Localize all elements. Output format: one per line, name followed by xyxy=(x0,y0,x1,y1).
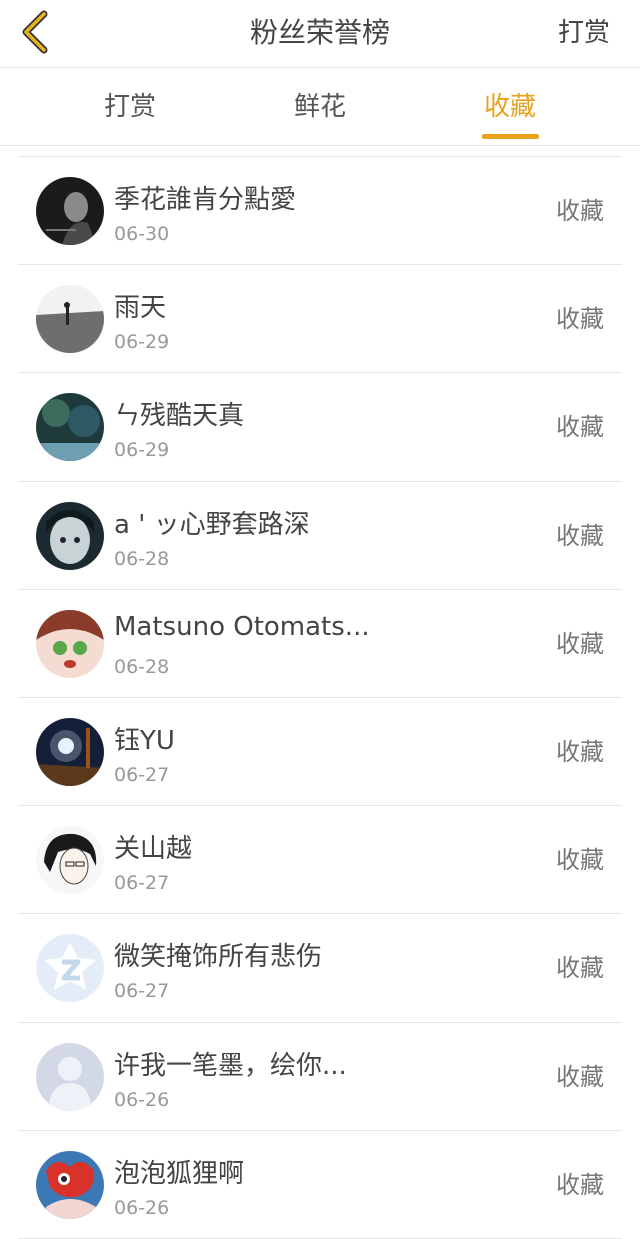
avatar xyxy=(36,717,104,786)
tab-flowers[interactable]: 鲜花 xyxy=(250,68,390,146)
list-item[interactable]: 季花誰肯分點愛 06-30 收藏 xyxy=(18,157,622,266)
fan-name: 微笑掩饰所有悲伤 xyxy=(114,942,323,973)
fan-date: 06-29 xyxy=(114,331,170,354)
favorite-label: 收藏 xyxy=(556,305,604,334)
reward-button[interactable]: 打赏 xyxy=(558,0,610,66)
fan-name: 雨天 xyxy=(114,293,167,324)
active-tab-indicator xyxy=(482,134,539,139)
list-item[interactable]: 钰YU 06-27 收藏 xyxy=(18,698,622,807)
fan-date: 06-30 xyxy=(114,223,170,245)
tab-bar: 打赏 鲜花 收藏 xyxy=(0,68,640,146)
list-item[interactable]: 泡泡狐狸啊 06-26 收藏 xyxy=(18,1131,622,1239)
fan-date: 06-27 xyxy=(114,980,170,1003)
avatar xyxy=(36,934,104,1003)
favorite-label: 收藏 xyxy=(556,954,604,983)
favorite-label: 收藏 xyxy=(556,197,604,225)
list-item[interactable]: 微笑掩饰所有悲伤 06-27 收藏 xyxy=(18,914,622,1023)
list-item[interactable]: 许我一笔墨，绘你... 06-26 收藏 xyxy=(18,1023,622,1131)
fan-name: 许我一笔墨，绘你... xyxy=(114,1050,347,1081)
avatar xyxy=(36,826,104,895)
favorite-label: 收藏 xyxy=(556,413,604,442)
avatar xyxy=(36,393,104,462)
list-item[interactable]: 关山越 06-27 收藏 xyxy=(18,806,622,915)
fan-name: 泡泡狐狸啊 xyxy=(114,1158,245,1189)
fan-name: 季花誰肯分點愛 xyxy=(114,185,297,215)
favorite-label: 收藏 xyxy=(556,737,604,766)
favorite-label: 收藏 xyxy=(556,1062,604,1091)
page-title: 粉丝荣誉榜 xyxy=(249,16,390,49)
favorite-label: 收藏 xyxy=(556,629,604,658)
fan-name: a ' ッ心野套路深 xyxy=(114,509,310,540)
favorite-label: 收藏 xyxy=(556,521,604,550)
fan-date: 06-29 xyxy=(114,439,170,462)
avatar xyxy=(36,609,104,678)
fan-name: 钰YU xyxy=(114,725,175,756)
list-item[interactable]: 雨天 06-29 收藏 xyxy=(18,265,622,374)
top-bar: 粉丝荣誉榜 打赏 xyxy=(0,0,640,68)
fan-date: 06-28 xyxy=(114,655,170,678)
fan-date: 06-27 xyxy=(114,872,170,895)
list-item[interactable]: a ' ッ心野套路深 06-28 收藏 xyxy=(18,482,622,590)
favorite-label: 收藏 xyxy=(556,1170,604,1199)
fan-date: 06-27 xyxy=(114,763,170,786)
fan-date: 06-26 xyxy=(114,1196,170,1219)
fan-date: 06-28 xyxy=(114,547,170,570)
list-item[interactable]: Matsuno Otomats... 06-28 收藏 xyxy=(18,590,622,698)
fan-name: ㄣ残酷天真 xyxy=(114,401,245,432)
avatar xyxy=(36,1150,104,1219)
fan-name: 关山越 xyxy=(114,834,193,865)
fan-date: 06-26 xyxy=(114,1088,170,1111)
avatar xyxy=(36,285,104,354)
avatar xyxy=(36,177,104,245)
fan-name: Matsuno Otomats... xyxy=(114,611,370,642)
fan-list: 季花誰肯分點愛 06-30 收藏 雨天 06-29 收藏 ㄣ残酷天真 06-29… xyxy=(18,156,622,1239)
avatar xyxy=(36,1042,104,1111)
tab-reward[interactable]: 打赏 xyxy=(60,68,200,146)
favorite-label: 收藏 xyxy=(556,846,604,875)
avatar xyxy=(36,501,104,570)
list-item[interactable]: ㄣ残酷天真 06-29 收藏 xyxy=(18,373,622,482)
